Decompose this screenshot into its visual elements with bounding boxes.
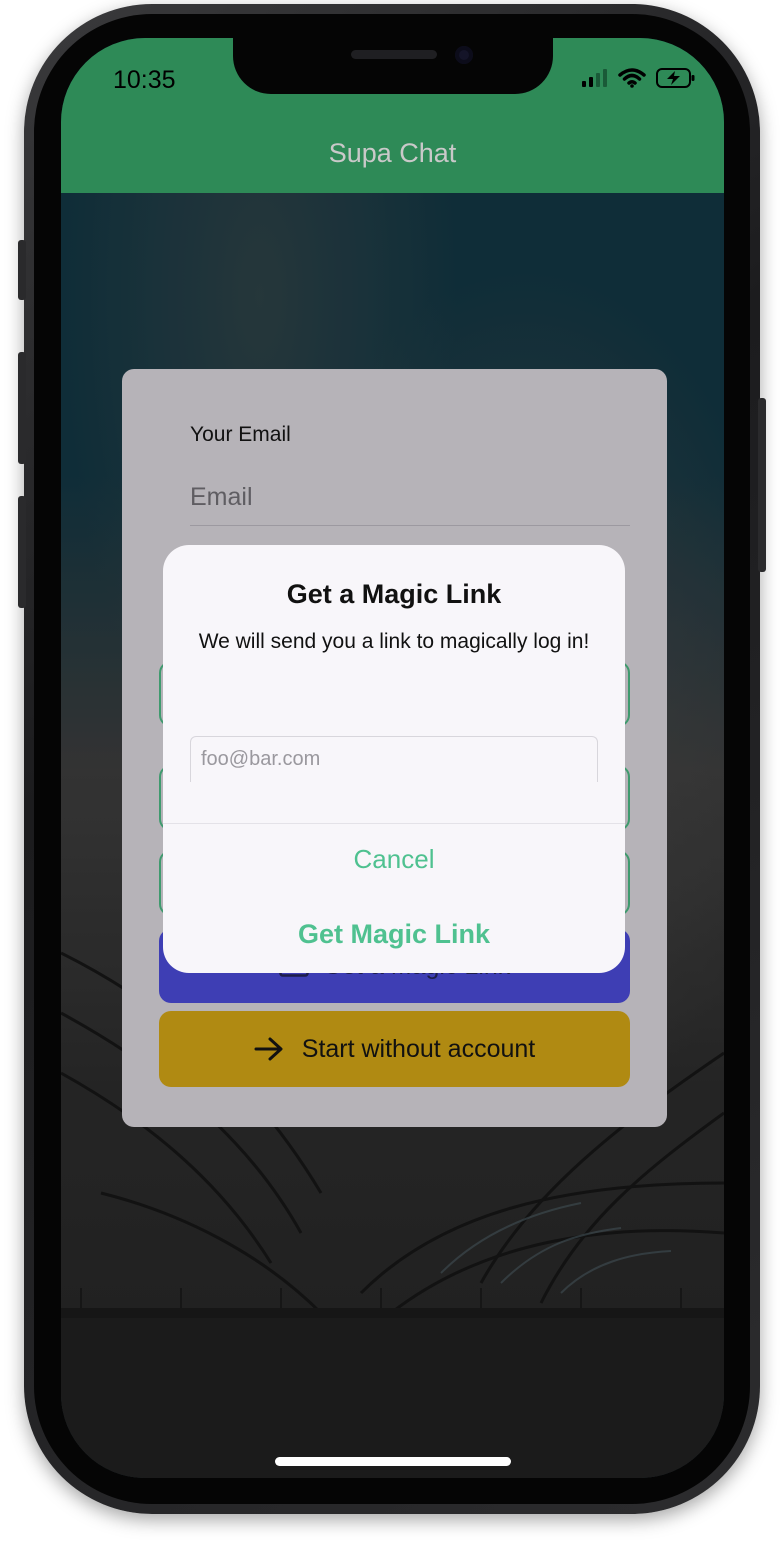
front-camera <box>455 46 473 64</box>
dialog-cancel-button[interactable]: Cancel <box>163 844 625 875</box>
email-input[interactable] <box>190 469 630 526</box>
dialog-email-input[interactable] <box>190 736 598 782</box>
dialog-divider <box>163 823 625 824</box>
app-bar: 10:35 Supa Chat <box>61 38 724 193</box>
arrow-right-icon <box>254 1037 283 1061</box>
start-without-account-button[interactable]: Start without account <box>159 1011 630 1087</box>
dialog-get-magic-link-button[interactable]: Get Magic Link <box>163 919 625 950</box>
magic-link-dialog: Get a Magic Link We will send you a link… <box>163 545 625 973</box>
notch <box>233 38 553 94</box>
dialog-title: Get a Magic Link <box>286 579 502 609</box>
volume-up-button <box>18 352 26 464</box>
volume-down-button <box>18 496 26 608</box>
app-title: Supa Chat <box>328 138 457 168</box>
home-indicator[interactable] <box>275 1457 511 1466</box>
phone-screen: 10:35 Supa Chat Your Email Email Start w… <box>61 38 724 1478</box>
mute-switch <box>18 240 26 300</box>
status-icons <box>582 68 696 88</box>
email-label: Your Email <box>190 423 291 446</box>
signal-icon <box>582 69 607 87</box>
wifi-icon <box>618 68 646 88</box>
battery-charging-icon <box>656 68 695 88</box>
start-without-account-label: Start without account <box>301 1034 536 1063</box>
power-button <box>758 398 766 572</box>
dialog-message: We will send you a link to magically log… <box>198 630 590 653</box>
earpiece-speaker <box>351 50 437 59</box>
status-time: 10:35 <box>113 66 176 94</box>
